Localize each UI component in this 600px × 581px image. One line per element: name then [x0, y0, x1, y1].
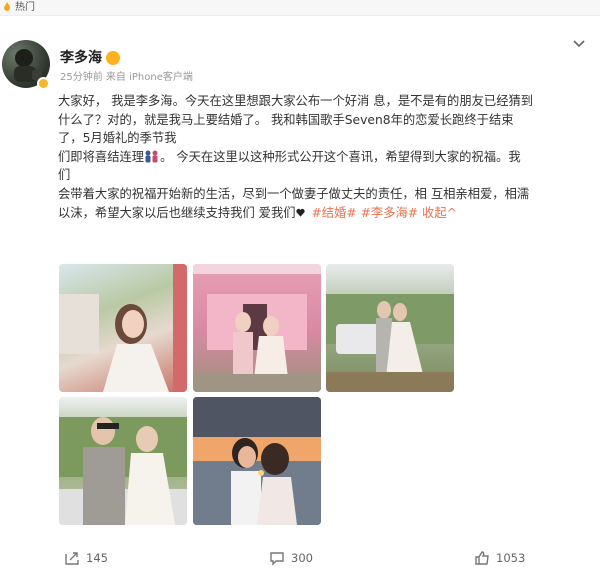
content-line: 以沫，希望大家以后也继续支持我们 爱我们 #结婚# #李多海# 收起^ — [58, 205, 457, 220]
repost-count: 145 — [86, 551, 108, 565]
wedding-photo[interactable] — [193, 397, 321, 525]
wedding-photo[interactable] — [193, 264, 321, 392]
content-line: 会带着大家的祝福开始新的生活，尽到一个做妻子做丈夫的责任，相 互相亲相爱，相濡 — [58, 186, 530, 201]
hashtag-wedding[interactable]: #结婚# — [311, 206, 356, 220]
wedding-photo[interactable] — [59, 397, 187, 525]
content-line: 了，5月婚礼的季节我 — [58, 131, 177, 146]
heart-icon — [295, 208, 305, 217]
repost-button[interactable]: 145 — [64, 544, 108, 572]
verified-badge-icon — [37, 77, 50, 90]
content-line: 大家好， 我是李多海。今天在这里想跟大家公布一个好消 息，是不是有的朋友已经猜到 — [58, 94, 534, 108]
comment-button[interactable]: 300 — [269, 544, 313, 572]
action-bar: 145 300 1053 — [0, 544, 600, 572]
hot-label[interactable]: 热门 — [15, 2, 35, 14]
chevron-down-icon[interactable] — [572, 38, 586, 50]
post-source: 来自 iPhone客户端 — [105, 72, 193, 83]
post-time: 25分钟前 — [60, 72, 103, 83]
top-bar: 热门 — [0, 0, 600, 16]
collapse-link[interactable]: 收起^ — [422, 206, 457, 220]
content-line: 什么了？对的，就是我马上要结婚了。 我和韩国歌手Seven8年的恋爱长跑终于结束 — [58, 112, 514, 127]
post-content: 大家好， 我是李多海。今天在这里想跟大家公布一个好消 息，是不是有的朋友已经猜到… — [58, 92, 588, 222]
comment-count: 300 — [291, 551, 313, 565]
member-emoji-icon — [106, 51, 120, 65]
hot-icon — [4, 2, 10, 11]
like-icon — [475, 551, 489, 565]
content-line: 们即将喜结连理。 今天在这里以这种形式公开这个喜讯，希望得到大家的祝福。我 — [58, 149, 521, 164]
comment-icon — [270, 552, 284, 566]
author-name[interactable]: 李多海 — [60, 49, 102, 67]
content-line: 们 — [58, 168, 71, 183]
wedding-photo[interactable] — [59, 264, 187, 392]
couple-emoji-icon — [145, 150, 158, 163]
post-meta: 25分钟前 来自 iPhone客户端 — [60, 71, 193, 85]
like-count: 1053 — [496, 551, 526, 565]
repost-icon — [65, 552, 79, 565]
wedding-photo[interactable] — [326, 264, 454, 392]
hashtag-lee-da-hae[interactable]: #李多海# — [361, 206, 419, 220]
like-button[interactable]: 1053 — [474, 544, 525, 572]
